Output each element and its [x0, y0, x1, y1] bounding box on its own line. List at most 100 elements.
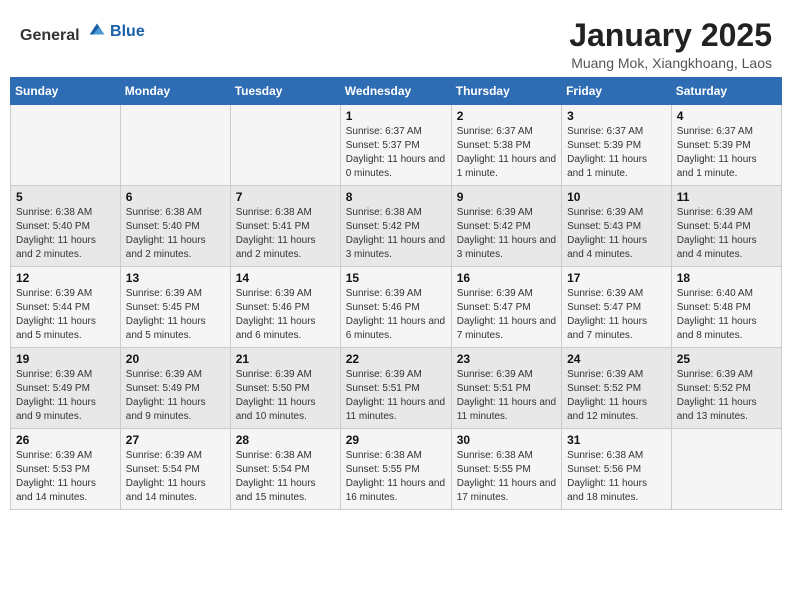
logo: General Blue: [20, 18, 145, 45]
day-number: 18: [677, 271, 776, 285]
calendar-cell: 18 Sunrise: 6:40 AM Sunset: 5:48 PM Dayli…: [671, 267, 781, 348]
calendar-cell: 19 Sunrise: 6:39 AM Sunset: 5:49 PM Dayli…: [11, 348, 121, 429]
day-number: 11: [677, 190, 776, 204]
calendar-subtitle: Muang Mok, Xiangkhoang, Laos: [569, 55, 772, 71]
calendar-cell: 8Sunrise: 6:38 AM Sunset: 5:42 PM Daylig…: [340, 186, 451, 267]
day-number: 5: [16, 190, 115, 204]
calendar-cell: [671, 429, 781, 510]
day-info: Sunrise: 6:39 AM Sunset: 5:46 PM Dayligh…: [236, 287, 335, 343]
calendar-cell: 26Sunrise: 6:39 AM Sunset: 5:53 PM Dayli…: [11, 429, 121, 510]
calendar-cell: 22Sunrise: 6:39 AM Sunset: 5:51 PM Dayli…: [340, 348, 451, 429]
day-info: Sunrise: 6:39 AM Sunset: 5:46 PM Dayligh…: [346, 287, 446, 343]
logo-blue: Blue: [110, 23, 145, 40]
calendar-cell: 3 Sunrise: 6:37 AM Sunset: 5:39 PM Daylig…: [562, 105, 672, 186]
day-number: 13: [126, 271, 225, 285]
calendar-title: January 2025: [569, 18, 772, 53]
calendar-cell: 25Sunrise: 6:39 AM Sunset: 5:52 PM Dayli…: [671, 348, 781, 429]
day-number: 12: [16, 271, 115, 285]
weekday-header: Thursday: [451, 78, 561, 105]
logo-icon: [86, 18, 108, 40]
day-number: 31: [567, 433, 666, 447]
day-number: 6: [126, 190, 225, 204]
day-number: 30: [457, 433, 556, 447]
calendar-cell: 28 Sunrise: 6:38 AM Sunset: 5:54 PM Dayli…: [230, 429, 340, 510]
day-number: 24: [567, 352, 666, 366]
calendar-cell: 21 Sunrise: 6:39 AM Sunset: 5:50 PM Dayli…: [230, 348, 340, 429]
day-number: 2: [457, 109, 556, 123]
calendar-cell: 13 Sunrise: 6:39 AM Sunset: 5:45 PM Dayli…: [120, 267, 230, 348]
day-number: 9: [457, 190, 556, 204]
day-number: 28: [236, 433, 335, 447]
calendar-cell: 12 Sunrise: 6:39 AM Sunset: 5:44 PM Dayli…: [11, 267, 121, 348]
day-number: 21: [236, 352, 335, 366]
day-number: 17: [567, 271, 666, 285]
calendar-cell: 15Sunrise: 6:39 AM Sunset: 5:46 PM Dayli…: [340, 267, 451, 348]
calendar-cell: 5 Sunrise: 6:38 AM Sunset: 5:40 PM Daylig…: [11, 186, 121, 267]
day-number: 10: [567, 190, 666, 204]
day-info: Sunrise: 6:39 AM Sunset: 5:50 PM Dayligh…: [236, 368, 335, 424]
calendar-cell: 27Sunrise: 6:39 AM Sunset: 5:54 PM Dayli…: [120, 429, 230, 510]
weekday-header: Sunday: [11, 78, 121, 105]
calendar-cell: 30 Sunrise: 6:38 AM Sunset: 5:55 PM Dayli…: [451, 429, 561, 510]
day-info: Sunrise: 6:39 AM Sunset: 5:47 PM Dayligh…: [567, 287, 666, 343]
day-info: Sunrise: 6:37 AM Sunset: 5:38 PM Dayligh…: [457, 125, 556, 181]
day-number: 1: [346, 109, 446, 123]
day-info: Sunrise: 6:38 AM Sunset: 5:54 PM Dayligh…: [236, 449, 335, 505]
day-info: Sunrise: 6:38 AM Sunset: 5:41 PM Dayligh…: [236, 206, 335, 262]
page-header: General Blue January 2025 Muang Mok, Xia…: [10, 10, 782, 77]
day-number: 20: [126, 352, 225, 366]
calendar-cell: [230, 105, 340, 186]
calendar-cell: 31 Sunrise: 6:38 AM Sunset: 5:56 PM Dayli…: [562, 429, 672, 510]
day-info: Sunrise: 6:39 AM Sunset: 5:45 PM Dayligh…: [126, 287, 225, 343]
day-info: Sunrise: 6:38 AM Sunset: 5:40 PM Dayligh…: [16, 206, 115, 262]
day-number: 7: [236, 190, 335, 204]
calendar-cell: 10 Sunrise: 6:39 AM Sunset: 5:43 PM Dayli…: [562, 186, 672, 267]
day-number: 3: [567, 109, 666, 123]
calendar-cell: [11, 105, 121, 186]
calendar-week-row: 19 Sunrise: 6:39 AM Sunset: 5:49 PM Dayli…: [11, 348, 782, 429]
day-number: 14: [236, 271, 335, 285]
day-number: 4: [677, 109, 776, 123]
calendar-cell: 29Sunrise: 6:38 AM Sunset: 5:55 PM Dayli…: [340, 429, 451, 510]
day-number: 23: [457, 352, 556, 366]
weekday-row: SundayMondayTuesdayWednesdayThursdayFrid…: [11, 78, 782, 105]
day-info: Sunrise: 6:38 AM Sunset: 5:40 PM Dayligh…: [126, 206, 225, 262]
day-info: Sunrise: 6:40 AM Sunset: 5:48 PM Dayligh…: [677, 287, 776, 343]
day-info: Sunrise: 6:37 AM Sunset: 5:39 PM Dayligh…: [567, 125, 666, 181]
day-number: 19: [16, 352, 115, 366]
weekday-header: Monday: [120, 78, 230, 105]
day-info: Sunrise: 6:39 AM Sunset: 5:43 PM Dayligh…: [567, 206, 666, 262]
day-info: Sunrise: 6:38 AM Sunset: 5:56 PM Dayligh…: [567, 449, 666, 505]
calendar-cell: 1Sunrise: 6:37 AM Sunset: 5:37 PM Daylig…: [340, 105, 451, 186]
calendar-week-row: 5 Sunrise: 6:38 AM Sunset: 5:40 PM Daylig…: [11, 186, 782, 267]
calendar-week-row: 1Sunrise: 6:37 AM Sunset: 5:37 PM Daylig…: [11, 105, 782, 186]
calendar-cell: 2 Sunrise: 6:37 AM Sunset: 5:38 PM Daylig…: [451, 105, 561, 186]
day-info: Sunrise: 6:39 AM Sunset: 5:52 PM Dayligh…: [567, 368, 666, 424]
day-number: 16: [457, 271, 556, 285]
calendar-week-row: 26Sunrise: 6:39 AM Sunset: 5:53 PM Dayli…: [11, 429, 782, 510]
day-info: Sunrise: 6:39 AM Sunset: 5:52 PM Dayligh…: [677, 368, 776, 424]
calendar-header: SundayMondayTuesdayWednesdayThursdayFrid…: [11, 78, 782, 105]
day-info: Sunrise: 6:39 AM Sunset: 5:51 PM Dayligh…: [457, 368, 556, 424]
title-block: January 2025 Muang Mok, Xiangkhoang, Lao…: [569, 18, 772, 71]
weekday-header: Saturday: [671, 78, 781, 105]
day-info: Sunrise: 6:39 AM Sunset: 5:47 PM Dayligh…: [457, 287, 556, 343]
day-info: Sunrise: 6:39 AM Sunset: 5:49 PM Dayligh…: [16, 368, 115, 424]
calendar-cell: 16 Sunrise: 6:39 AM Sunset: 5:47 PM Dayli…: [451, 267, 561, 348]
day-info: Sunrise: 6:39 AM Sunset: 5:44 PM Dayligh…: [16, 287, 115, 343]
day-number: 27: [126, 433, 225, 447]
calendar-cell: 6 Sunrise: 6:38 AM Sunset: 5:40 PM Daylig…: [120, 186, 230, 267]
day-info: Sunrise: 6:39 AM Sunset: 5:53 PM Dayligh…: [16, 449, 115, 505]
calendar-week-row: 12 Sunrise: 6:39 AM Sunset: 5:44 PM Dayli…: [11, 267, 782, 348]
logo-general: General: [20, 27, 80, 44]
calendar-table: SundayMondayTuesdayWednesdayThursdayFrid…: [10, 77, 782, 510]
day-info: Sunrise: 6:39 AM Sunset: 5:42 PM Dayligh…: [457, 206, 556, 262]
day-number: 22: [346, 352, 446, 366]
calendar-cell: [120, 105, 230, 186]
day-info: Sunrise: 6:37 AM Sunset: 5:39 PM Dayligh…: [677, 125, 776, 181]
calendar-cell: 20Sunrise: 6:39 AM Sunset: 5:49 PM Dayli…: [120, 348, 230, 429]
day-info: Sunrise: 6:38 AM Sunset: 5:55 PM Dayligh…: [457, 449, 556, 505]
weekday-header: Friday: [562, 78, 672, 105]
calendar-cell: 7 Sunrise: 6:38 AM Sunset: 5:41 PM Daylig…: [230, 186, 340, 267]
calendar-cell: 4 Sunrise: 6:37 AM Sunset: 5:39 PM Daylig…: [671, 105, 781, 186]
